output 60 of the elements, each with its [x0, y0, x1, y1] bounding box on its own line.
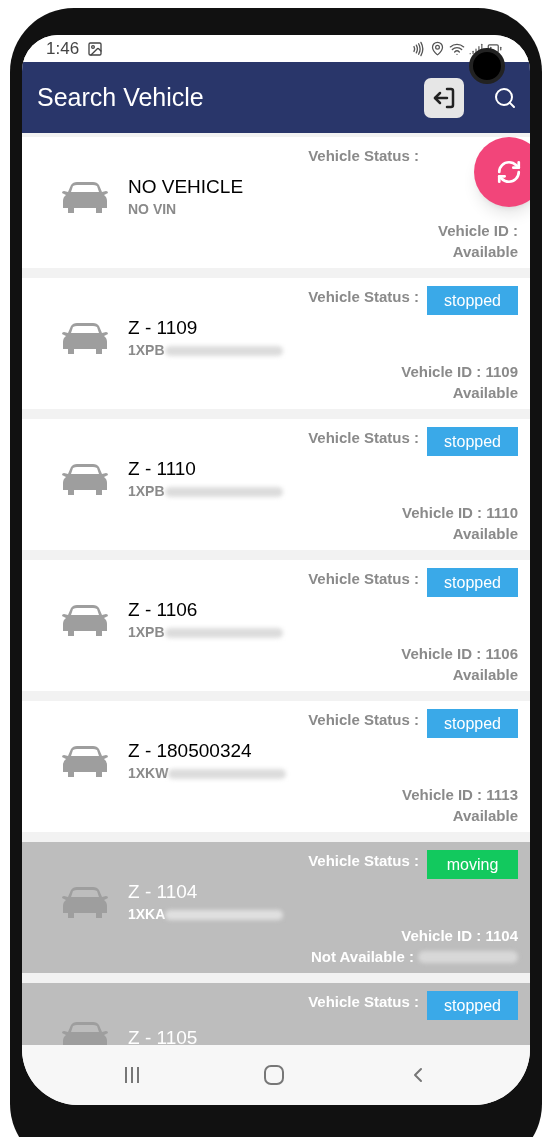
status-label: Vehicle Status :	[308, 992, 419, 1012]
car-icon	[61, 1021, 109, 1045]
status-time: 1:46	[46, 37, 80, 60]
status-label: Vehicle Status :	[308, 569, 419, 589]
vehicle-name: Z - 1104	[128, 880, 199, 904]
vehicle-name: Z - 1110	[128, 457, 197, 481]
vehicle-name: Z - 1106	[128, 598, 199, 622]
availability-text: Available	[452, 806, 518, 826]
car-icon	[61, 885, 109, 920]
car-icon	[61, 744, 109, 779]
car-icon	[61, 180, 109, 215]
vin-text: 1XKA	[128, 905, 166, 924]
status-label: Vehicle Status :	[308, 146, 419, 166]
vin-text: 1XPB	[128, 482, 165, 501]
availability-text: Available	[452, 524, 518, 544]
vehicle-id: Vehicle ID :	[437, 221, 518, 241]
status-tag: stopped	[427, 286, 518, 315]
search-icon	[493, 85, 517, 110]
home-icon[interactable]	[263, 1064, 285, 1086]
vehicle-id: Vehicle ID : 1104	[401, 926, 518, 946]
vehicle-card[interactable]: Vehicle Status : stopped Z - 180500324 1XKW Vehicle ID : 1113 Available	[22, 701, 530, 832]
availability-text: Available	[452, 383, 518, 403]
vehicle-name: Z - 1109	[128, 316, 199, 340]
vin-text: NO VIN	[128, 200, 177, 219]
image-icon	[87, 40, 104, 57]
car-icon	[61, 321, 109, 356]
vin-text: 1XPB	[128, 341, 165, 360]
vehicle-name: Z - 1105	[128, 1026, 198, 1045]
vehicle-card[interactable]: Vehicle Status : NO VEHICLE NO VIN Vehicle ID : Available	[22, 137, 530, 268]
refresh-icon	[496, 159, 522, 185]
vehicle-name: Z - 180500324	[128, 739, 253, 763]
vin-text: 1XKW	[128, 764, 169, 783]
availability-text: Available	[452, 242, 518, 262]
status-tag: moving	[427, 850, 518, 879]
vehicle-id: Vehicle ID : 1113	[402, 785, 518, 805]
vehicle-id: Vehicle ID : 1109	[401, 362, 518, 382]
status-label: Vehicle Status :	[308, 851, 419, 871]
app-title: Search Vehicle	[37, 81, 204, 113]
location-icon	[430, 41, 445, 56]
status-label: Vehicle Status :	[308, 428, 419, 448]
exit-button[interactable]	[424, 77, 464, 118]
vehicle-card[interactable]: Vehicle Status : stopped Z - 1106 1XPB Vehicle ID : 1106 Available	[22, 560, 530, 691]
vehicle-id: Vehicle ID : 1106	[401, 644, 518, 664]
vehicle-id: Vehicle ID : 1110	[402, 503, 518, 523]
exit-icon	[432, 85, 456, 110]
vehicle-card[interactable]: Vehicle Status : stopped Z - 1110 1XPB Vehicle ID : 1110 Available	[22, 419, 530, 550]
car-icon	[61, 603, 109, 638]
status-label: Vehicle Status :	[308, 710, 419, 730]
status-tag: stopped	[427, 991, 518, 1020]
vehicle-name: NO VEHICLE	[128, 175, 244, 199]
car-icon	[61, 462, 109, 497]
status-tag: stopped	[427, 568, 518, 597]
nfc-icon	[410, 40, 426, 57]
vehicle-card[interactable]: Vehicle Status : stopped Z - 1109 1XPB Vehicle ID : 1109 Available	[22, 278, 530, 409]
status-tag: stopped	[427, 427, 518, 456]
status-label: Vehicle Status :	[308, 287, 419, 307]
vin-text: 1XPB	[128, 623, 165, 642]
availability-text: Not Available :	[310, 947, 414, 967]
availability-text: Available	[452, 665, 518, 685]
status-tag: stopped	[427, 709, 518, 738]
